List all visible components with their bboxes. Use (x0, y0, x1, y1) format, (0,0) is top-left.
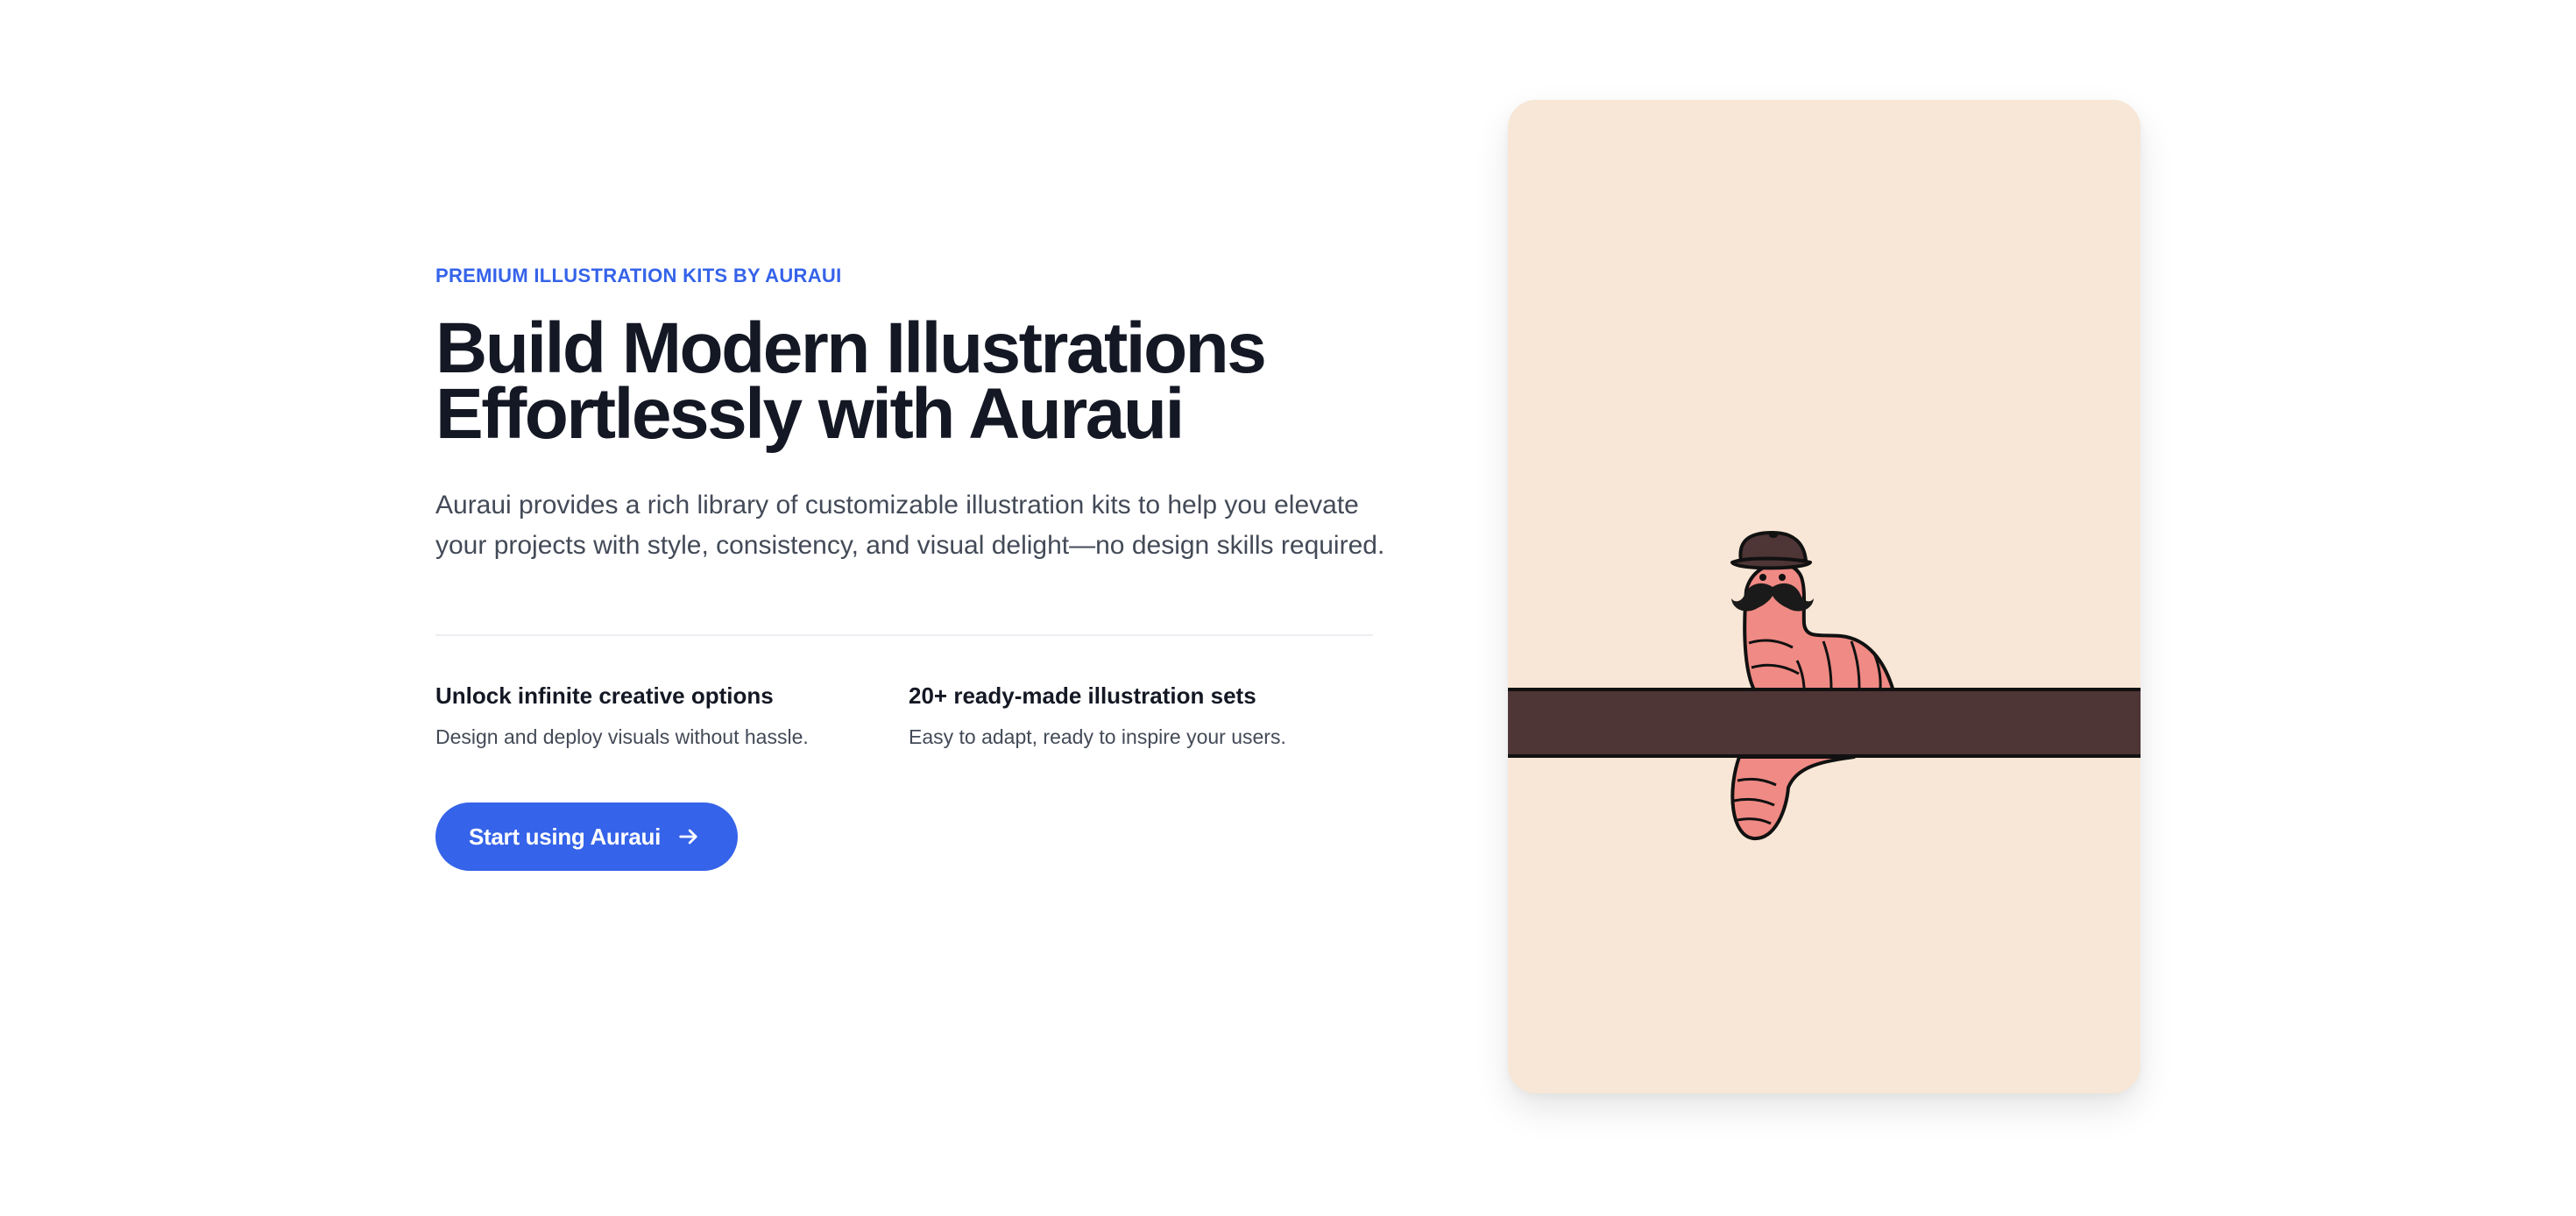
feature-item: Unlock infinite creative options Design … (435, 680, 909, 751)
feature-title: Unlock infinite creative options (435, 682, 774, 709)
cta-label: Start using Auraui (469, 823, 661, 850)
headline-line-2: Effortlessly with Auraui (435, 374, 1185, 454)
wooden-bar (1508, 688, 2141, 758)
feature-description: Easy to adapt, ready to inspire your use… (909, 725, 1286, 748)
illustration-card (1508, 100, 2141, 1093)
worm-eye (1759, 574, 1766, 581)
hero-section: PREMIUM ILLUSTRATION KITS BY AURAUI Buil… (0, 0, 2576, 1216)
page-title: Build Modern Illustrations Effortlessly … (435, 308, 1382, 454)
eyebrow-label: PREMIUM ILLUSTRATION KITS BY AURAUI (435, 265, 842, 286)
feature-title: 20+ ready-made illustration sets (909, 682, 1256, 709)
hero-description: Auraui provides a rich library of custom… (435, 491, 1385, 560)
worm-tail (1730, 755, 1856, 841)
divider (435, 634, 1373, 636)
feature-item: 20+ ready-made illustration sets Easy to… (909, 680, 1382, 751)
hat-icon (1730, 531, 1812, 570)
worm-illustration (1508, 531, 2141, 841)
arrow-right-icon (676, 824, 701, 849)
feature-list: Unlock infinite creative options Design … (435, 680, 1382, 751)
feature-description: Design and deploy visuals without hassle… (435, 725, 809, 748)
headline-line-1: Build Modern Illustrations (435, 308, 1267, 388)
worm-eye (1779, 574, 1786, 581)
start-using-button[interactable]: Start using Auraui (435, 802, 738, 871)
hero-content: PREMIUM ILLUSTRATION KITS BY AURAUI Buil… (435, 263, 1384, 871)
